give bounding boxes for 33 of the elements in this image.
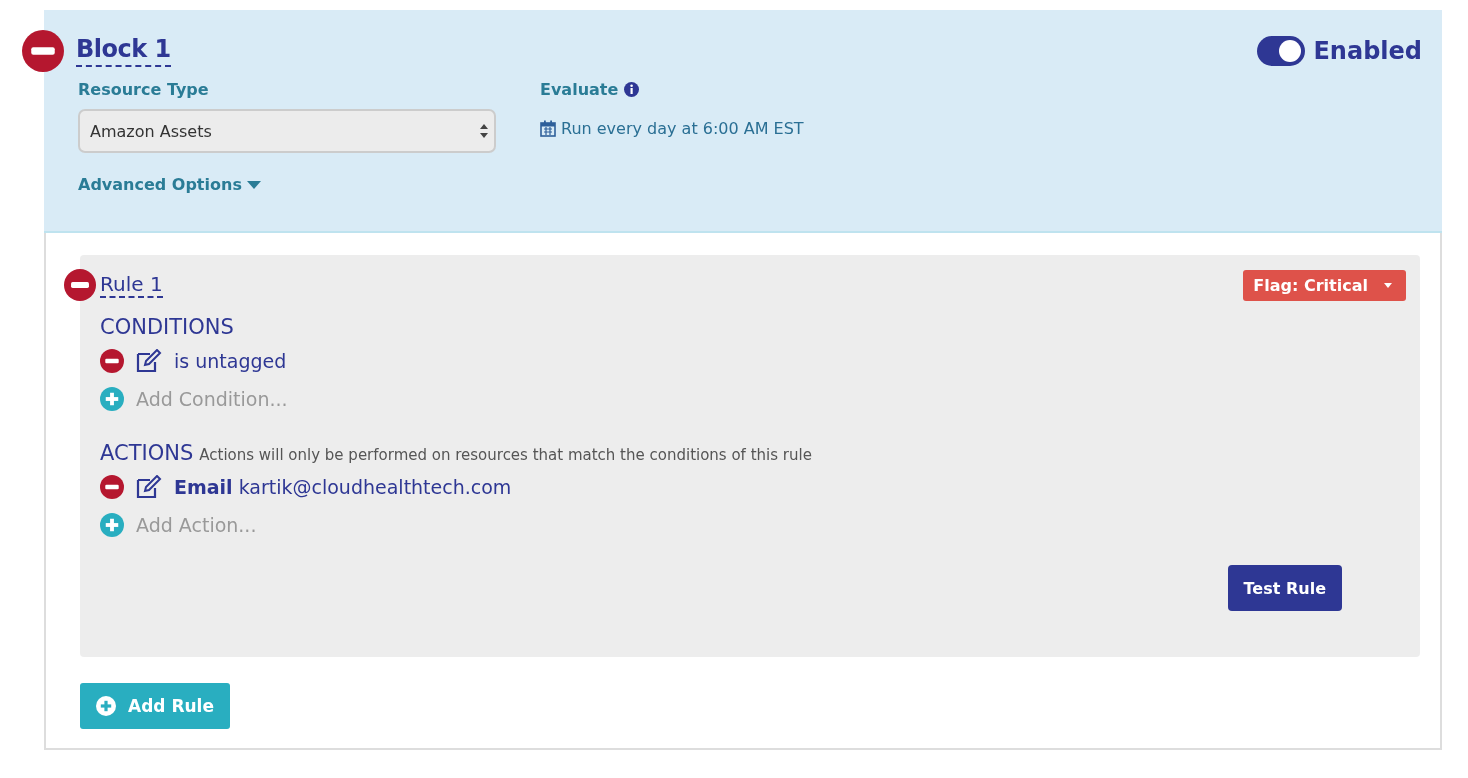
remove-icon[interactable] bbox=[100, 475, 124, 499]
field-label: Resource Type bbox=[78, 80, 210, 99]
section-note: Actions will only be performed on resources that match the conditions of this rule bbox=[199, 446, 812, 464]
add-icon[interactable] bbox=[96, 696, 116, 716]
toggle-label: Enabled bbox=[1313, 37, 1422, 65]
edit-icon[interactable] bbox=[136, 475, 162, 499]
advanced-options-link[interactable]: Advanced Options bbox=[78, 175, 261, 194]
resource-type-select[interactable]: Amazon Assets bbox=[78, 109, 496, 153]
schedule-text[interactable]: Run every day at 6:00 AM EST bbox=[561, 119, 804, 138]
add-icon[interactable] bbox=[100, 513, 124, 537]
block-title[interactable]: Block 1 bbox=[76, 35, 171, 67]
condition-text: is untagged bbox=[174, 350, 287, 372]
add-rule-button[interactable]: Add Rule bbox=[80, 683, 230, 729]
add-action-link[interactable]: Add Action... bbox=[136, 514, 257, 536]
add-condition-link[interactable]: Add Condition... bbox=[136, 388, 288, 410]
rule-title[interactable]: Rule 1 bbox=[100, 272, 163, 298]
caret-icon bbox=[1384, 282, 1392, 288]
info-icon[interactable] bbox=[624, 82, 640, 97]
remove-icon[interactable] bbox=[22, 30, 64, 72]
caret-icon bbox=[246, 180, 261, 189]
action-text: Email kartik@cloudhealthtech.com bbox=[174, 476, 512, 498]
calendar-icon bbox=[540, 120, 556, 137]
remove-icon[interactable] bbox=[64, 269, 96, 301]
section-heading: CONDITIONS bbox=[100, 315, 234, 339]
flag-dropdown[interactable]: Flag: Critical bbox=[1243, 269, 1406, 301]
test-rule-button[interactable]: Test Rule bbox=[1227, 565, 1342, 611]
remove-icon[interactable] bbox=[100, 349, 124, 373]
edit-icon[interactable] bbox=[136, 349, 162, 373]
field-label: Evaluate bbox=[540, 80, 619, 99]
section-heading: ACTIONS bbox=[100, 441, 194, 465]
add-icon[interactable] bbox=[100, 387, 124, 411]
toggle-switch[interactable] bbox=[1257, 36, 1306, 66]
sort-icon bbox=[480, 124, 488, 138]
